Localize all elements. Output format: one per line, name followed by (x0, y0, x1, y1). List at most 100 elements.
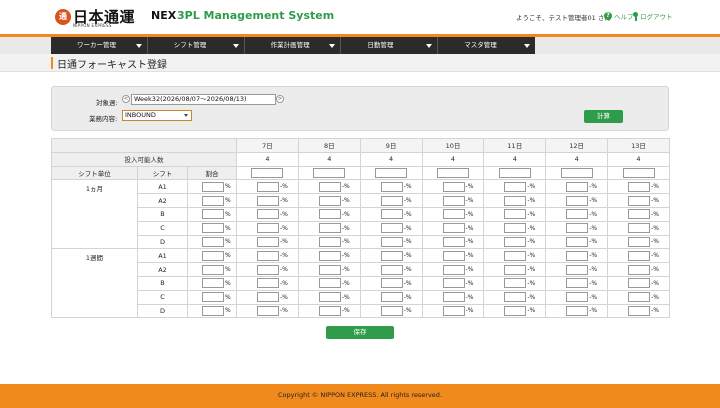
day-value-input[interactable] (318, 236, 341, 247)
capacity-input[interactable] (313, 167, 346, 178)
day-value-input[interactable] (442, 305, 465, 316)
day-value-input[interactable] (628, 181, 651, 192)
nav-item-shift[interactable]: シフト管理 (148, 37, 245, 54)
ratio-input[interactable] (202, 278, 224, 289)
day-value-input[interactable] (380, 195, 403, 206)
day-value-input[interactable] (380, 264, 403, 275)
day-value-input[interactable] (318, 181, 341, 192)
ratio-input[interactable] (202, 236, 224, 247)
day-value-input[interactable] (504, 195, 527, 206)
day-value-input[interactable] (566, 195, 589, 206)
day-value-input[interactable] (504, 292, 527, 303)
day-value-input[interactable] (628, 292, 651, 303)
day-value-input[interactable] (566, 223, 589, 234)
day-value-input[interactable] (442, 236, 465, 247)
week-field[interactable]: Week32(2026/08/07〜2026/08/13) (131, 94, 276, 105)
day-value-input[interactable] (628, 264, 651, 275)
ratio-input[interactable] (202, 209, 224, 220)
day-value-input[interactable] (566, 278, 589, 289)
day-value-input[interactable] (442, 209, 465, 220)
day-value-input[interactable] (380, 305, 403, 316)
day-value-input[interactable] (257, 278, 280, 289)
day-value-input[interactable] (257, 223, 280, 234)
logout-link[interactable]: ログアウト (633, 11, 673, 21)
day-value-input[interactable] (380, 223, 403, 234)
day-value-input[interactable] (504, 236, 527, 247)
day-value-input[interactable] (318, 223, 341, 234)
day-value-input[interactable] (628, 209, 651, 220)
ratio-input[interactable] (202, 264, 224, 275)
day-value-input[interactable] (566, 292, 589, 303)
day-value-input[interactable] (442, 264, 465, 275)
day-value-input[interactable] (504, 264, 527, 275)
day-value-input[interactable] (628, 305, 651, 316)
ratio-input[interactable] (202, 250, 224, 261)
day-value-input[interactable] (380, 278, 403, 289)
capacity-input[interactable] (498, 167, 531, 178)
day-value-input[interactable] (566, 181, 589, 192)
day-value-input[interactable] (380, 292, 403, 303)
day-value-input[interactable] (380, 209, 403, 220)
ratio-input[interactable] (202, 305, 224, 316)
day-value-input[interactable] (318, 250, 341, 261)
day-value-input[interactable] (566, 236, 589, 247)
day-value-input[interactable] (442, 181, 465, 192)
day-value-input[interactable] (318, 292, 341, 303)
day-value-input[interactable] (257, 292, 280, 303)
day-value-input[interactable] (257, 209, 280, 220)
nav-item-work-plan[interactable]: 作業計画管理 (245, 37, 342, 54)
day-value-input[interactable] (504, 305, 527, 316)
day-value-input[interactable] (318, 305, 341, 316)
day-value-input[interactable] (504, 223, 527, 234)
day-value-input[interactable] (566, 305, 589, 316)
day-value-input[interactable] (504, 250, 527, 261)
day-value-input[interactable] (442, 250, 465, 261)
day-value-input[interactable] (257, 250, 280, 261)
save-button[interactable]: 保存 (326, 326, 394, 339)
day-value-input[interactable] (442, 292, 465, 303)
business-type-select[interactable]: INBOUND (122, 110, 192, 121)
day-value-input[interactable] (628, 278, 651, 289)
prev-week-button[interactable]: < (122, 95, 130, 103)
day-value-input[interactable] (380, 236, 403, 247)
day-value-input[interactable] (628, 223, 651, 234)
day-value-input[interactable] (442, 223, 465, 234)
calculate-button[interactable]: 計算 (584, 110, 623, 123)
day-value-input[interactable] (318, 195, 341, 206)
day-value-input[interactable] (257, 236, 280, 247)
nav-item-worker[interactable]: ワーカー管理 (51, 37, 148, 54)
day-value-input[interactable] (442, 195, 465, 206)
day-value-input[interactable] (628, 250, 651, 261)
next-week-button[interactable]: > (276, 95, 284, 103)
day-value-input[interactable] (257, 195, 280, 206)
day-value-input[interactable] (504, 181, 527, 192)
ratio-input[interactable] (202, 223, 224, 234)
ratio-input[interactable] (202, 195, 224, 206)
day-value-input[interactable] (628, 195, 651, 206)
day-value-input[interactable] (380, 181, 403, 192)
day-value-input[interactable] (380, 250, 403, 261)
ratio-input[interactable] (202, 292, 224, 303)
nav-item-master[interactable]: マスタ管理 (438, 37, 535, 54)
day-value-input[interactable] (257, 181, 280, 192)
day-value-input[interactable] (566, 250, 589, 261)
day-value-input[interactable] (257, 305, 280, 316)
day-value-input[interactable] (318, 209, 341, 220)
day-value-input[interactable] (628, 236, 651, 247)
capacity-input[interactable] (436, 167, 469, 178)
day-value-input[interactable] (318, 278, 341, 289)
capacity-input[interactable] (560, 167, 593, 178)
help-link[interactable]: ? ヘルプ (604, 11, 634, 21)
day-value-input[interactable] (566, 264, 589, 275)
capacity-input[interactable] (622, 167, 655, 178)
day-value-input[interactable] (442, 278, 465, 289)
day-value-input[interactable] (504, 209, 527, 220)
day-value-input[interactable] (504, 278, 527, 289)
day-value-input[interactable] (257, 264, 280, 275)
day-value-input[interactable] (566, 209, 589, 220)
ratio-input[interactable] (202, 181, 224, 192)
day-value-input[interactable] (318, 264, 341, 275)
capacity-input[interactable] (375, 167, 408, 178)
capacity-input[interactable] (251, 167, 284, 178)
nav-item-daily[interactable]: 日勤管理 (341, 37, 439, 54)
